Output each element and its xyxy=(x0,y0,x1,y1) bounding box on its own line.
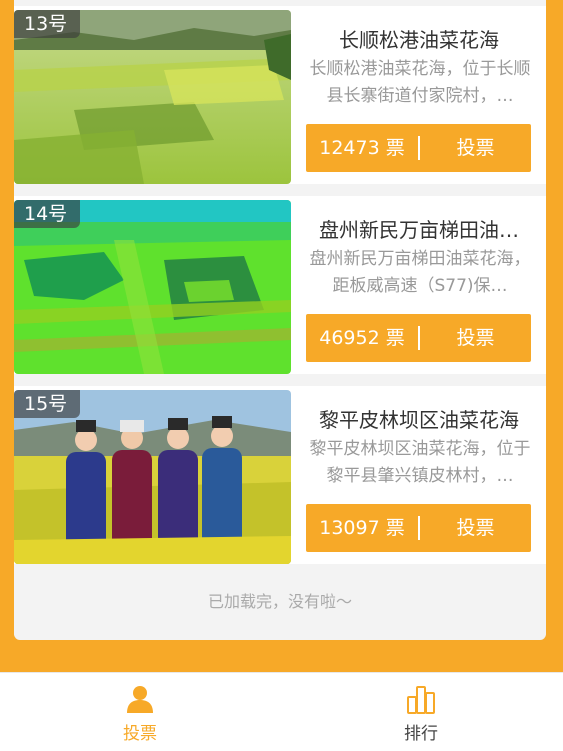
vote-bar: 13097 票 投票 xyxy=(306,504,531,552)
person-icon xyxy=(127,686,153,713)
entry-image[interactable]: 13号 xyxy=(14,10,291,184)
entry-title[interactable]: 长顺松港油菜花海 xyxy=(299,24,539,53)
bar-chart-icon xyxy=(407,686,435,714)
vote-bar: 46952 票 投票 xyxy=(306,314,531,362)
bottom-tab-bar: 投票 排行 xyxy=(0,672,563,751)
entry-description: 长顺松港油菜花海，位于长顺县长寨街道付家院村，… xyxy=(309,59,531,106)
vote-button[interactable]: 投票 xyxy=(420,504,531,552)
entry-number-badge: 13号 xyxy=(14,10,80,38)
vote-count: 13097 票 xyxy=(319,517,405,539)
entry-description: 盘州新民万亩梯田油菜花海，距板威高速（S77)保… xyxy=(309,249,531,296)
tab-rank-label: 排行 xyxy=(404,724,438,744)
entry-card[interactable]: 15号 黎平皮林坝区油菜花海 黎平皮林坝区油菜花海，位于黎平县肇兴镇皮林村，… … xyxy=(14,386,546,564)
tab-vote-label: 投票 xyxy=(123,724,157,744)
tab-rank[interactable]: 排行 xyxy=(281,673,561,751)
entry-title[interactable]: 黎平皮林坝区油菜花海 xyxy=(299,404,539,433)
list-end-message: 已加载完，没有啦～ xyxy=(207,592,352,611)
entry-image[interactable]: 14号 xyxy=(14,200,291,374)
vote-button[interactable]: 投票 xyxy=(420,314,531,362)
entry-image[interactable]: 15号 xyxy=(14,390,291,564)
entry-list: 13号 长顺松港油菜花海 长顺松港油菜花海，位于长顺县长寨街道付家院村，… 12… xyxy=(14,0,546,640)
entry-card[interactable]: 13号 长顺松港油菜花海 长顺松港油菜花海，位于长顺县长寨街道付家院村，… 12… xyxy=(14,6,546,184)
vote-count: 12473 票 xyxy=(319,137,405,159)
vote-count: 46952 票 xyxy=(319,327,405,349)
entry-title[interactable]: 盘州新民万亩梯田油… xyxy=(299,214,539,243)
tab-vote[interactable]: 投票 xyxy=(0,673,280,751)
entry-number-badge: 14号 xyxy=(14,200,80,228)
vote-button[interactable]: 投票 xyxy=(420,124,531,172)
entry-number-badge: 15号 xyxy=(14,390,80,418)
vote-bar: 12473 票 投票 xyxy=(306,124,531,172)
entry-card[interactable]: 14号 盘州新民万亩梯田油… 盘州新民万亩梯田油菜花海，距板威高速（S77)保…… xyxy=(14,196,546,374)
entry-description: 黎平皮林坝区油菜花海，位于黎平县肇兴镇皮林村，… xyxy=(309,439,531,486)
